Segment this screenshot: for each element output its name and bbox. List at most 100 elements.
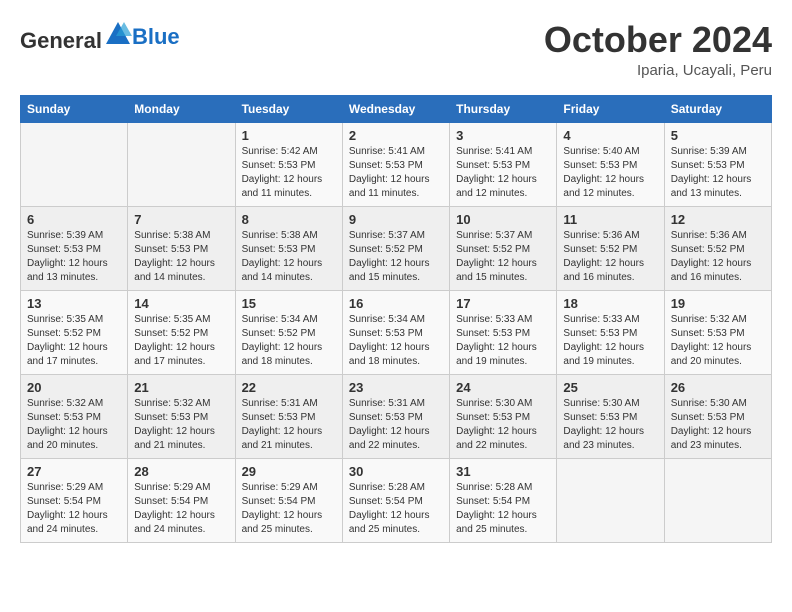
day-info: Sunrise: 5:32 AM Sunset: 5:53 PM Dayligh… — [671, 313, 765, 369]
day-info: Sunrise: 5:40 AM Sunset: 5:53 PM Dayligh… — [563, 145, 657, 201]
day-number: 12 — [671, 212, 765, 227]
calendar-cell: 9Sunrise: 5:37 AM Sunset: 5:52 PM Daylig… — [342, 206, 449, 290]
day-number: 23 — [349, 380, 443, 395]
calendar-cell: 12 Sunrise: 5:36 AM Sunset: 5:52 PM Dayli… — [664, 206, 771, 290]
calendar-cell: 18 Sunrise: 5:33 AM Sunset: 5:53 PM Dayli… — [557, 290, 664, 374]
day-info: Sunrise: 5:34 AM Sunset: 5:53 PM Dayligh… — [349, 313, 443, 369]
day-number: 6 — [27, 212, 121, 227]
calendar-cell: 20Sunrise: 5:32 AM Sunset: 5:53 PM Dayli… — [21, 374, 128, 458]
day-info: Sunrise: 5:32 AM Sunset: 5:53 PM Dayligh… — [27, 397, 121, 453]
day-number: 22 — [242, 380, 336, 395]
calendar-table: SundayMondayTuesdayWednesdayThursdayFrid… — [20, 95, 772, 543]
calendar-cell: 10 Sunrise: 5:37 AM Sunset: 5:52 PM Dayli… — [450, 206, 557, 290]
day-info: Sunrise: 5:36 AM Sunset: 5:52 PM Dayligh… — [671, 229, 765, 285]
calendar-cell — [664, 458, 771, 542]
day-info: Sunrise: 5:36 AM Sunset: 5:52 PM Dayligh… — [563, 229, 657, 285]
day-header-monday: Monday — [128, 95, 235, 122]
calendar-cell: 3 Sunrise: 5:41 AM Sunset: 5:53 PM Daylig… — [450, 122, 557, 206]
day-info: Sunrise: 5:29 AM Sunset: 5:54 PM Dayligh… — [242, 481, 336, 537]
calendar-cell: 7 Sunrise: 5:38 AM Sunset: 5:53 PM Daylig… — [128, 206, 235, 290]
calendar-body: 1 Sunrise: 5:42 AM Sunset: 5:53 PM Daylig… — [21, 122, 772, 542]
day-number: 25 — [563, 380, 657, 395]
logo-text-blue: Blue — [132, 24, 180, 50]
day-number: 4 — [563, 128, 657, 143]
calendar-cell: 8 Sunrise: 5:38 AM Sunset: 5:53 PM Daylig… — [235, 206, 342, 290]
day-header-saturday: Saturday — [664, 95, 771, 122]
header-row: SundayMondayTuesdayWednesdayThursdayFrid… — [21, 95, 772, 122]
calendar-week-4: 20Sunrise: 5:32 AM Sunset: 5:53 PM Dayli… — [21, 374, 772, 458]
location: Iparia, Ucayali, Peru — [544, 62, 772, 79]
day-info: Sunrise: 5:28 AM Sunset: 5:54 PM Dayligh… — [349, 481, 443, 537]
day-info: Sunrise: 5:32 AM Sunset: 5:53 PM Dayligh… — [134, 397, 228, 453]
calendar-cell: 23 Sunrise: 5:31 AM Sunset: 5:53 PM Dayli… — [342, 374, 449, 458]
calendar-cell: 22 Sunrise: 5:31 AM Sunset: 5:53 PM Dayli… — [235, 374, 342, 458]
day-number: 31 — [456, 464, 550, 479]
calendar-cell: 6Sunrise: 5:39 AM Sunset: 5:53 PM Daylig… — [21, 206, 128, 290]
day-header-tuesday: Tuesday — [235, 95, 342, 122]
day-number: 11 — [563, 212, 657, 227]
day-info: Sunrise: 5:38 AM Sunset: 5:53 PM Dayligh… — [242, 229, 336, 285]
day-info: Sunrise: 5:35 AM Sunset: 5:52 PM Dayligh… — [134, 313, 228, 369]
day-info: Sunrise: 5:31 AM Sunset: 5:53 PM Dayligh… — [349, 397, 443, 453]
day-info: Sunrise: 5:30 AM Sunset: 5:53 PM Dayligh… — [671, 397, 765, 453]
calendar-cell: 19 Sunrise: 5:32 AM Sunset: 5:53 PM Dayli… — [664, 290, 771, 374]
month-title: October 2024 — [544, 20, 772, 60]
day-number: 3 — [456, 128, 550, 143]
day-number: 7 — [134, 212, 228, 227]
calendar-cell: 30Sunrise: 5:28 AM Sunset: 5:54 PM Dayli… — [342, 458, 449, 542]
day-info: Sunrise: 5:33 AM Sunset: 5:53 PM Dayligh… — [563, 313, 657, 369]
day-info: Sunrise: 5:31 AM Sunset: 5:53 PM Dayligh… — [242, 397, 336, 453]
calendar-cell: 1 Sunrise: 5:42 AM Sunset: 5:53 PM Daylig… — [235, 122, 342, 206]
day-number: 29 — [242, 464, 336, 479]
calendar-cell: 2Sunrise: 5:41 AM Sunset: 5:53 PM Daylig… — [342, 122, 449, 206]
calendar-cell: 24 Sunrise: 5:30 AM Sunset: 5:53 PM Dayli… — [450, 374, 557, 458]
day-number: 21 — [134, 380, 228, 395]
day-number: 27 — [27, 464, 121, 479]
logo: General Blue — [20, 20, 180, 54]
day-number: 18 — [563, 296, 657, 311]
calendar-cell: 28Sunrise: 5:29 AM Sunset: 5:54 PM Dayli… — [128, 458, 235, 542]
day-number: 15 — [242, 296, 336, 311]
day-number: 9 — [349, 212, 443, 227]
day-header-wednesday: Wednesday — [342, 95, 449, 122]
day-number: 17 — [456, 296, 550, 311]
calendar-cell — [21, 122, 128, 206]
day-header-sunday: Sunday — [21, 95, 128, 122]
day-number: 8 — [242, 212, 336, 227]
day-info: Sunrise: 5:29 AM Sunset: 5:54 PM Dayligh… — [27, 481, 121, 537]
calendar-cell: 11 Sunrise: 5:36 AM Sunset: 5:52 PM Dayli… — [557, 206, 664, 290]
calendar-cell: 4 Sunrise: 5:40 AM Sunset: 5:53 PM Daylig… — [557, 122, 664, 206]
day-info: Sunrise: 5:41 AM Sunset: 5:53 PM Dayligh… — [349, 145, 443, 201]
calendar-cell — [557, 458, 664, 542]
day-number: 1 — [242, 128, 336, 143]
day-info: Sunrise: 5:35 AM Sunset: 5:52 PM Dayligh… — [27, 313, 121, 369]
day-info: Sunrise: 5:39 AM Sunset: 5:53 PM Dayligh… — [671, 145, 765, 201]
day-info: Sunrise: 5:42 AM Sunset: 5:53 PM Dayligh… — [242, 145, 336, 201]
calendar-cell: 14 Sunrise: 5:35 AM Sunset: 5:52 PM Dayli… — [128, 290, 235, 374]
title-block: October 2024 Iparia, Ucayali, Peru — [544, 20, 772, 79]
day-header-thursday: Thursday — [450, 95, 557, 122]
calendar-header: SundayMondayTuesdayWednesdayThursdayFrid… — [21, 95, 772, 122]
calendar-cell: 5 Sunrise: 5:39 AM Sunset: 5:53 PM Daylig… — [664, 122, 771, 206]
calendar-cell: 26Sunrise: 5:30 AM Sunset: 5:53 PM Dayli… — [664, 374, 771, 458]
calendar-cell: 13 Sunrise: 5:35 AM Sunset: 5:52 PM Dayli… — [21, 290, 128, 374]
day-number: 19 — [671, 296, 765, 311]
day-info: Sunrise: 5:38 AM Sunset: 5:53 PM Dayligh… — [134, 229, 228, 285]
day-number: 13 — [27, 296, 121, 311]
calendar-week-3: 13 Sunrise: 5:35 AM Sunset: 5:52 PM Dayli… — [21, 290, 772, 374]
day-number: 5 — [671, 128, 765, 143]
day-info: Sunrise: 5:30 AM Sunset: 5:53 PM Dayligh… — [563, 397, 657, 453]
day-info: Sunrise: 5:37 AM Sunset: 5:52 PM Dayligh… — [456, 229, 550, 285]
day-number: 24 — [456, 380, 550, 395]
calendar-cell — [128, 122, 235, 206]
day-info: Sunrise: 5:41 AM Sunset: 5:53 PM Dayligh… — [456, 145, 550, 201]
day-number: 28 — [134, 464, 228, 479]
day-info: Sunrise: 5:30 AM Sunset: 5:53 PM Dayligh… — [456, 397, 550, 453]
calendar-week-1: 1 Sunrise: 5:42 AM Sunset: 5:53 PM Daylig… — [21, 122, 772, 206]
day-number: 10 — [456, 212, 550, 227]
calendar-week-5: 27 Sunrise: 5:29 AM Sunset: 5:54 PM Dayli… — [21, 458, 772, 542]
day-number: 14 — [134, 296, 228, 311]
calendar-cell: 17Sunrise: 5:33 AM Sunset: 5:53 PM Dayli… — [450, 290, 557, 374]
day-header-friday: Friday — [557, 95, 664, 122]
calendar-cell: 29 Sunrise: 5:29 AM Sunset: 5:54 PM Dayli… — [235, 458, 342, 542]
